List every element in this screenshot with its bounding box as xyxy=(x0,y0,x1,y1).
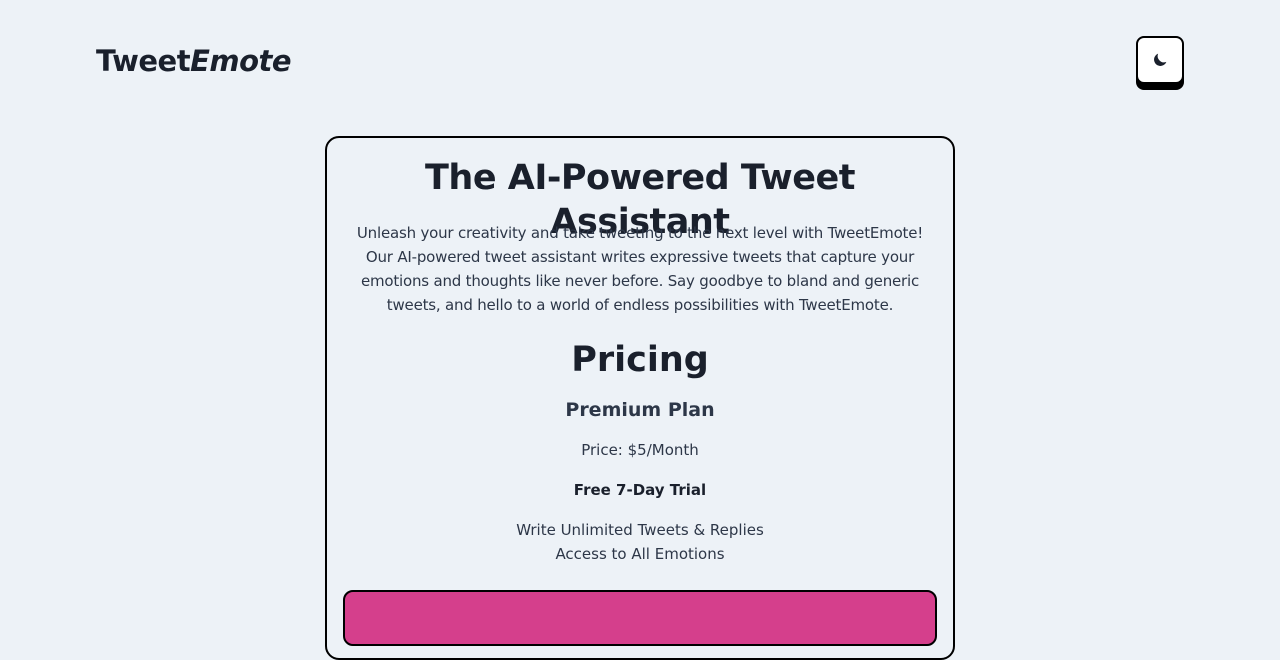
plan-name: Premium Plan xyxy=(565,399,715,421)
logo-main-text: Tweet xyxy=(96,44,191,78)
plan-trial: Free 7-Day Trial xyxy=(573,481,707,499)
logo-accent-text: Emote xyxy=(190,44,292,78)
feature-item: Write Unlimited Tweets & Replies xyxy=(516,521,764,539)
theme-toggle-button[interactable] xyxy=(1136,36,1184,84)
site-header: TweetEmote xyxy=(0,0,1280,120)
intro-paragraph: Unleash your creativity and take tweetin… xyxy=(356,224,924,314)
logo[interactable]: TweetEmote xyxy=(96,42,292,80)
cta-button[interactable] xyxy=(343,590,937,646)
plan-price: Price: $5/Month xyxy=(581,441,699,459)
moon-icon xyxy=(1151,51,1169,69)
pricing-heading: Pricing xyxy=(571,340,709,380)
hero-card: The AI-Powered Tweet Assistant Unleash y… xyxy=(325,136,955,660)
feature-list: Write Unlimited Tweets & Replies Access … xyxy=(343,518,937,566)
feature-item: Access to All Emotions xyxy=(555,545,725,563)
